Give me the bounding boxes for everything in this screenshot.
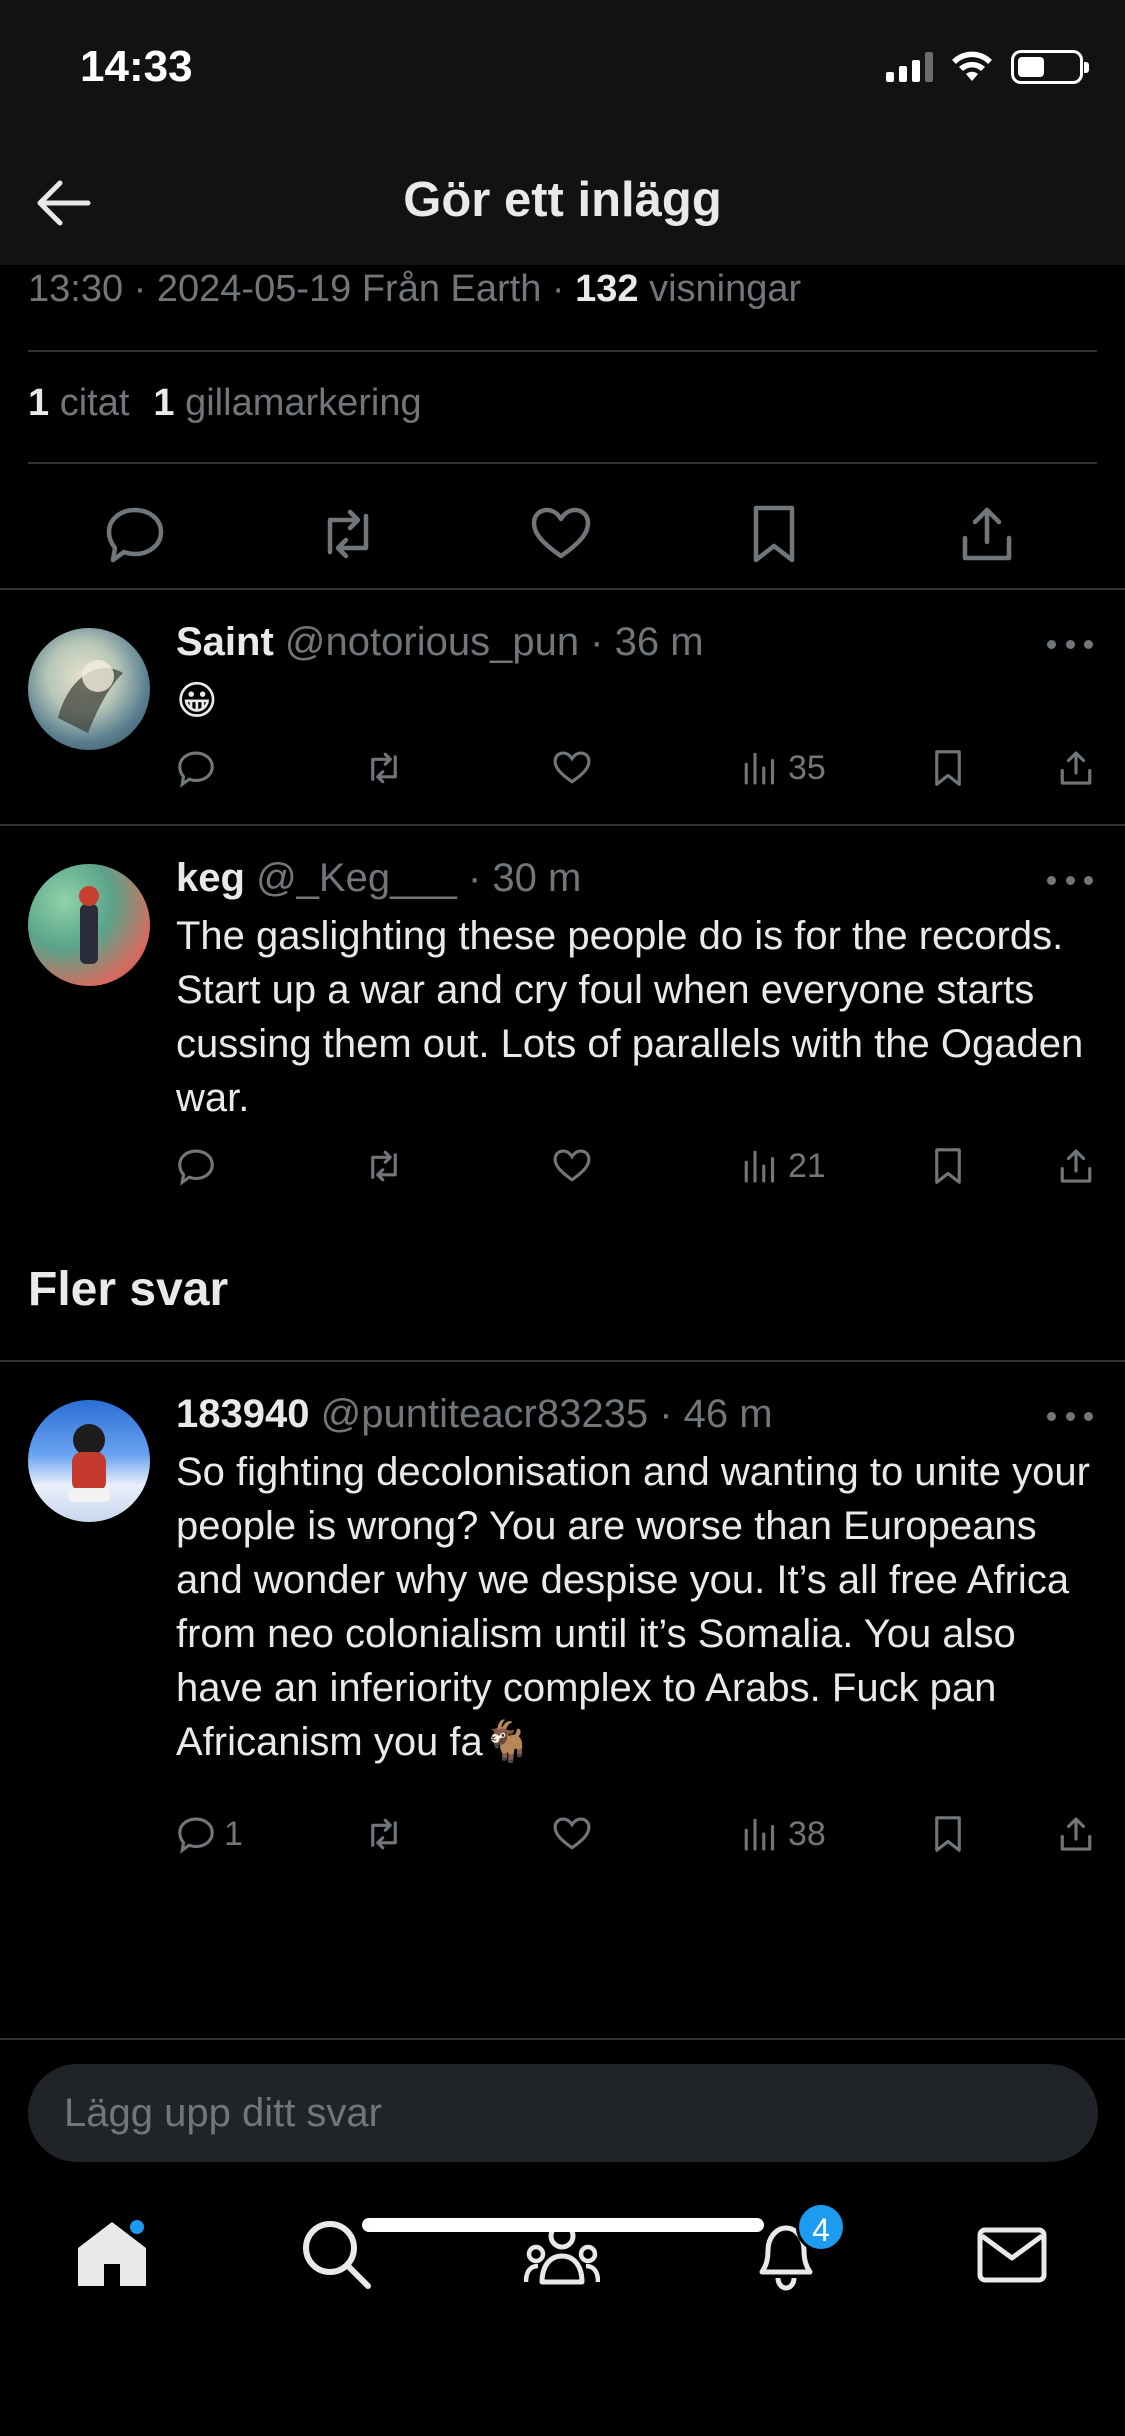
views-count: 21 [788, 1146, 826, 1185]
views-count: 132 [575, 268, 639, 310]
more-options-icon[interactable] [1047, 1412, 1093, 1424]
post-time: 13:30 [28, 268, 124, 310]
share-button[interactable] [1056, 1814, 1096, 1854]
home-indicator [362, 2218, 764, 2232]
bookmark-icon [935, 750, 961, 786]
share-icon [1060, 751, 1092, 785]
heart-icon [553, 1817, 591, 1850]
reply-icon [178, 751, 214, 788]
tweet-header: 183940 @puntiteacr83235 · 46 m [176, 1392, 773, 1436]
reply-button[interactable] [176, 748, 224, 788]
bookmark-icon [935, 1148, 961, 1184]
views-count: 35 [788, 748, 826, 787]
reply-count: 1 [224, 1814, 243, 1853]
repost-button[interactable] [364, 748, 404, 788]
divider [28, 350, 1097, 352]
heart-icon [553, 1149, 591, 1182]
share-button[interactable] [1056, 748, 1096, 788]
repost-icon [371, 1150, 397, 1182]
tweet-actions: 21 [0, 1146, 1125, 1196]
tweet-text: The gaslighting these people do is for t… [176, 914, 1084, 1120]
battery-icon [1011, 50, 1089, 84]
views-count: 38 [788, 1814, 826, 1853]
author-name[interactable]: keg [176, 856, 245, 900]
status-bar: 14:33 [0, 0, 1125, 140]
repost-icon[interactable] [316, 502, 380, 566]
cellular-signal-icon [886, 52, 933, 82]
avatar[interactable] [28, 864, 150, 986]
home-unread-dot [128, 2218, 146, 2236]
tweet-text: 😀 [176, 679, 218, 723]
reply-button[interactable] [176, 1146, 224, 1186]
post-meta: 13:30 · 2024-05-19 Från Earth · 132 visn… [28, 268, 802, 310]
bookmark-button[interactable] [928, 1814, 968, 1854]
more-options-icon[interactable] [1047, 876, 1093, 888]
tweet-text: So fighting decolonisation and wanting t… [176, 1450, 1090, 1764]
reply-button[interactable]: 1 [176, 1814, 243, 1854]
analytics-icon [744, 752, 775, 785]
reply-input[interactable] [28, 2064, 1098, 2162]
like-button[interactable] [552, 748, 592, 788]
share-icon[interactable] [955, 502, 1019, 566]
tweet-header: Saint @notorious_pun · 36 m [176, 620, 704, 664]
top-header: Gör ett inlägg [0, 140, 1125, 265]
author-handle[interactable]: @_Keg___ [256, 856, 457, 900]
more-replies-heading: Fler svar [28, 1263, 229, 1316]
post-source: Från Earth [361, 268, 542, 310]
tweet-time: 30 m [492, 856, 582, 900]
status-time: 14:33 [80, 42, 193, 91]
reply-tweet[interactable]: Saint @notorious_pun · 36 m 😀 35 [0, 588, 1125, 824]
post-date: 2024-05-19 [156, 268, 352, 310]
share-icon [1060, 1817, 1092, 1851]
repost-button[interactable] [364, 1814, 404, 1854]
analytics-icon [744, 1150, 775, 1183]
bookmark-button[interactable] [928, 748, 968, 788]
divider [28, 462, 1097, 464]
page-title: Gör ett inlägg [403, 173, 722, 227]
author-handle[interactable]: @notorious_pun [285, 620, 579, 664]
views-label: visningar [649, 268, 802, 310]
post-stats: 1 citat 1 gillamarkering [28, 382, 422, 425]
tweet-actions: 35 [0, 748, 1125, 798]
author-name[interactable]: Saint [176, 620, 274, 664]
avatar[interactable] [28, 1400, 150, 1522]
likes-stat[interactable]: 1 gillamarkering [153, 382, 421, 424]
reply-tweet[interactable]: 183940 @puntiteacr83235 · 46 m So fighti… [0, 1360, 1125, 1854]
bookmark-icon[interactable] [742, 502, 806, 566]
like-button[interactable] [552, 1814, 592, 1854]
reply-composer [0, 2038, 1125, 2178]
repost-icon [371, 752, 397, 784]
reply-icon [178, 1149, 214, 1186]
post-action-bar [0, 480, 1125, 590]
repost-button[interactable] [364, 1146, 404, 1186]
messages-icon[interactable] [974, 2216, 1050, 2292]
reply-icon[interactable] [103, 502, 167, 566]
bookmark-icon [935, 1816, 961, 1852]
more-options-icon[interactable] [1047, 640, 1093, 652]
views-button[interactable]: 38 [740, 1814, 826, 1854]
tweet-actions: 1 38 [0, 1814, 1125, 1864]
reply-tweet[interactable]: keg @_Keg___ · 30 m The gaslighting thes… [0, 824, 1125, 1204]
notifications-badge: 4 [796, 2202, 846, 2252]
repost-icon [371, 1818, 397, 1850]
heart-icon[interactable] [529, 502, 593, 566]
quotes-stat[interactable]: 1 citat [28, 382, 129, 424]
tweet-header: keg @_Keg___ · 30 m [176, 856, 582, 900]
tweet-time: 46 m [683, 1392, 773, 1436]
like-button[interactable] [552, 1146, 592, 1186]
views-button[interactable]: 21 [740, 1146, 826, 1186]
author-handle[interactable]: @puntiteacr83235 [321, 1392, 649, 1436]
bookmark-button[interactable] [928, 1146, 968, 1186]
reply-icon [178, 1817, 214, 1854]
analytics-icon [744, 1818, 775, 1851]
avatar[interactable] [28, 628, 150, 750]
wifi-icon [952, 51, 992, 81]
status-icons [886, 50, 1089, 84]
share-icon [1060, 1149, 1092, 1183]
author-name[interactable]: 183940 [176, 1392, 309, 1436]
tweet-time: 36 m [614, 620, 704, 664]
heart-icon [553, 751, 591, 784]
views-button[interactable]: 35 [740, 748, 826, 788]
share-button[interactable] [1056, 1146, 1096, 1186]
